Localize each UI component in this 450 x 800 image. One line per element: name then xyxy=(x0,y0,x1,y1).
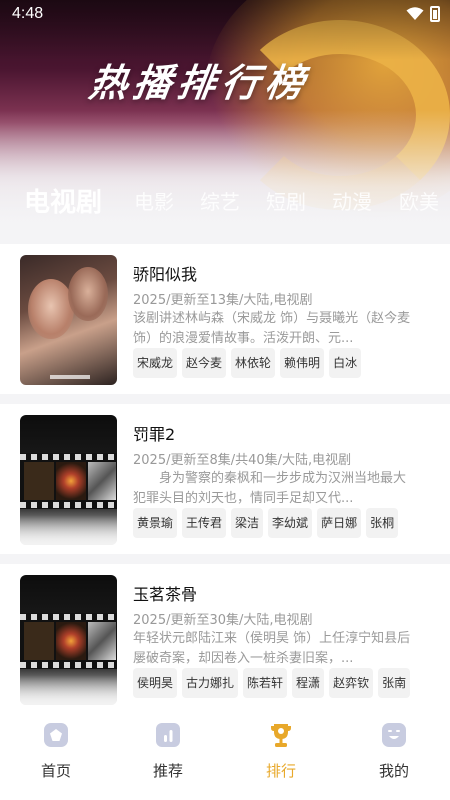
trophy-icon xyxy=(271,724,291,747)
cast-tag[interactable]: 古力娜扎 xyxy=(182,668,239,698)
cast-tag[interactable]: 赵弈钦 xyxy=(329,668,374,698)
cast-tag[interactable]: 王传君 xyxy=(182,508,227,538)
status-icons xyxy=(406,6,440,22)
list-item[interactable]: 玉茗茶骨 2025/更新至30集/大陆,电视剧 年轻状元郎陆江来（侯明昊 饰）上… xyxy=(0,564,450,714)
cast-tag[interactable]: 程潇 xyxy=(292,668,325,698)
poster-image xyxy=(20,415,117,545)
nav-home[interactable]: 首页 xyxy=(0,705,112,800)
cast-tags: 侯明昊 古力娜扎 陈若轩 程潇 赵弈钦 张南 xyxy=(133,668,411,698)
item-title: 罚罪2 xyxy=(133,425,176,444)
home-icon xyxy=(44,723,68,747)
list-item[interactable]: 罚罪2 2025/更新至8集/共40集/大陆,电视剧 身为警察的秦枫和一步步成为… xyxy=(0,404,450,554)
tab-short-drama[interactable]: 短剧 xyxy=(266,186,306,215)
nav-label: 我的 xyxy=(378,762,409,780)
battery-icon xyxy=(430,6,440,22)
poster-image xyxy=(20,575,117,705)
item-meta: 2025/更新至30集/大陆,电视剧 xyxy=(133,613,313,628)
cast-tag[interactable]: 林依轮 xyxy=(231,348,276,378)
hero-banner: 4:48 热播排行榜 电视剧 电影 综艺 短剧 动漫 欧美 xyxy=(0,0,450,246)
list-item[interactable]: 骄阳似我 2025/更新至13集/大陆,电视剧 该剧讲述林屿森（宋威龙 饰）与聂… xyxy=(0,244,450,394)
cast-tag[interactable]: 赵今麦 xyxy=(182,348,227,378)
item-title: 骄阳似我 xyxy=(133,265,198,284)
nav-label: 推荐 xyxy=(152,762,183,780)
item-description: 该剧讲述林屿森（宋威龙 饰）与聂曦光（赵今麦 饰）的浪漫爱情故事。活泼开朗、元.… xyxy=(133,311,411,346)
status-bar: 4:48 xyxy=(0,0,450,30)
item-description: 年轻状元郎陆江来（侯明昊 饰）上任淳宁知县后屡破奇案，却因卷入一桩杀妻旧案，..… xyxy=(133,631,411,666)
item-title: 玉茗茶骨 xyxy=(133,585,198,604)
poster-image xyxy=(20,255,117,385)
tab-variety[interactable]: 综艺 xyxy=(200,186,240,215)
cast-tag[interactable]: 梁洁 xyxy=(231,508,264,538)
cast-tag[interactable]: 张桐 xyxy=(366,508,399,538)
cast-tag[interactable]: 宋威龙 xyxy=(133,348,178,378)
category-tabs: 电视剧 电影 综艺 短剧 动漫 欧美 xyxy=(0,186,450,226)
cast-tag[interactable]: 黄景瑜 xyxy=(133,508,178,538)
nav-ranking[interactable]: 排行 xyxy=(225,705,337,800)
item-description: 身为警察的秦枫和一步步成为汉洲当地最大犯罪头目的刘天也，情同手足却又代... xyxy=(133,471,407,506)
cast-tag[interactable]: 陈若轩 xyxy=(243,668,288,698)
nav-recommend[interactable]: 推荐 xyxy=(112,705,224,800)
tab-anime[interactable]: 动漫 xyxy=(332,186,372,215)
item-meta: 2025/更新至8集/共40集/大陆,电视剧 xyxy=(133,453,352,468)
cast-tag[interactable]: 萨日娜 xyxy=(317,508,362,538)
nav-label: 排行 xyxy=(265,762,296,780)
profile-icon xyxy=(382,723,406,747)
chart-icon xyxy=(156,723,180,747)
page-title: 热播排行榜 xyxy=(86,61,313,105)
nav-label: 首页 xyxy=(40,762,71,780)
tab-western[interactable]: 欧美 xyxy=(399,186,439,215)
tab-tv-series[interactable]: 电视剧 xyxy=(24,182,102,219)
cast-tag[interactable]: 张南 xyxy=(378,668,411,698)
item-meta: 2025/更新至13集/大陆,电视剧 xyxy=(133,293,313,308)
cast-tag[interactable]: 侯明昊 xyxy=(133,668,178,698)
bottom-nav: 首页 推荐 排行 我的 xyxy=(0,705,450,800)
cast-tag[interactable]: 白冰 xyxy=(329,348,362,378)
cast-tags: 宋威龙 赵今麦 林依轮 赖伟明 白冰 xyxy=(133,348,362,378)
wifi-icon xyxy=(406,7,424,20)
status-time: 4:48 xyxy=(12,5,44,22)
tab-movies[interactable]: 电影 xyxy=(134,186,174,215)
cast-tag[interactable]: 赖伟明 xyxy=(280,348,325,378)
cast-tags: 黄景瑜 王传君 梁洁 李幼斌 萨日娜 张桐 xyxy=(133,508,399,538)
cast-tag[interactable]: 李幼斌 xyxy=(268,508,313,538)
nav-profile[interactable]: 我的 xyxy=(338,705,450,800)
